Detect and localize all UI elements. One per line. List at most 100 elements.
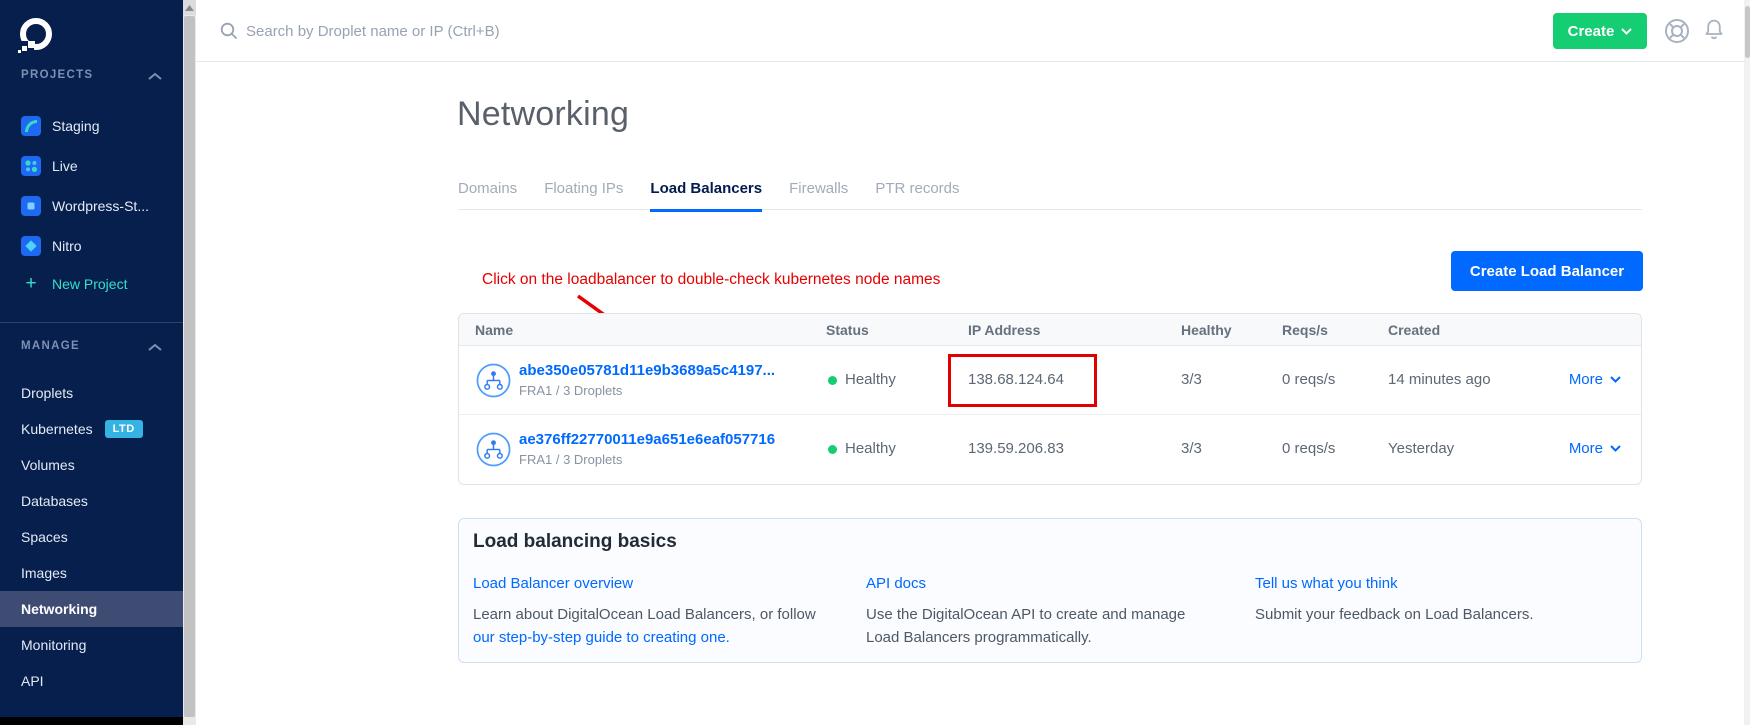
- load-balancer-overview-link[interactable]: Load Balancer overview: [473, 575, 633, 592]
- table-row: ae376ff22770011e9a651e6eaf057716 FRA1 / …: [459, 415, 1641, 484]
- digitalocean-logo-icon[interactable]: [15, 15, 55, 55]
- manage-section-label: MANAGE: [21, 340, 80, 352]
- digitalocean-networking-screen: PROJECTS Staging Live: [0, 0, 1750, 725]
- status-cell: Healthy: [845, 371, 896, 388]
- load-balancing-basics-card: Load balancing basics Load Balancer over…: [458, 518, 1642, 663]
- projects-list: Staging Live Wordpress-St...: [0, 106, 183, 266]
- sidebar-item-kubernetes[interactable]: Kubernetes LTD: [0, 411, 183, 447]
- column-header-name: Name: [475, 322, 513, 338]
- tab-ptr-records[interactable]: PTR records: [875, 180, 959, 212]
- annotation-red-box: [948, 354, 1097, 407]
- new-project-label: New Project: [52, 276, 127, 292]
- new-project-button[interactable]: + New Project: [0, 266, 183, 302]
- column-header-reqs: Reqs/s: [1282, 322, 1328, 338]
- load-balancer-name-link[interactable]: abe350e05781d11e9b3689a5c4197...: [519, 362, 775, 379]
- scroll-up-arrow-icon[interactable]: [183, 0, 196, 15]
- column-header-healthy: Healthy: [1181, 322, 1232, 338]
- tab-floating-ips[interactable]: Floating IPs: [544, 180, 623, 212]
- healthy-status-dot: [828, 376, 837, 385]
- basics-column-overview: Load Balancer overview Learn about Digit…: [473, 575, 843, 649]
- projects-collapse-chevron-up-icon[interactable]: [148, 72, 162, 81]
- sidebar-item-live[interactable]: Live: [0, 146, 183, 186]
- projects-section-label: PROJECTS: [21, 69, 93, 81]
- chevron-down-icon: [1610, 445, 1621, 452]
- sidebar-item-label: API: [21, 673, 44, 689]
- manage-collapse-chevron-up-icon[interactable]: [148, 343, 162, 352]
- load-balancer-meta: FRA1 / 3 Droplets: [519, 383, 622, 398]
- sidebar-item-label: Nitro: [52, 238, 82, 254]
- tell-us-what-you-think-link[interactable]: Tell us what you think: [1255, 575, 1398, 592]
- sidebar-item-label: Staging: [52, 118, 99, 134]
- sidebar-item-databases[interactable]: Databases: [0, 483, 183, 519]
- healthy-cell: 3/3: [1181, 371, 1202, 388]
- chevron-down-icon: [1610, 376, 1621, 383]
- sidebar-item-staging[interactable]: Staging: [0, 106, 183, 146]
- sidebar-item-label: Volumes: [21, 457, 75, 473]
- load-balancer-name-link[interactable]: ae376ff22770011e9a651e6eaf057716: [519, 431, 775, 448]
- tabs: Domains Floating IPs Load Balancers Fire…: [458, 180, 960, 212]
- wordpress-project-icon: [21, 196, 41, 216]
- more-menu-button[interactable]: More: [1569, 440, 1621, 457]
- sidebar-item-wordpress-st[interactable]: Wordpress-St...: [0, 186, 183, 226]
- tab-firewalls[interactable]: Firewalls: [789, 180, 848, 212]
- sidebar-scrollbar[interactable]: [183, 0, 196, 725]
- sidebar-item-api[interactable]: API: [0, 663, 183, 699]
- sidebar-divider: [0, 322, 183, 323]
- sidebar-item-label: Monitoring: [21, 637, 86, 653]
- search-input[interactable]: [246, 18, 766, 44]
- healthy-cell: 3/3: [1181, 440, 1202, 457]
- load-balancer-icon: [476, 363, 511, 398]
- sidebar-item-label: Databases: [21, 493, 88, 509]
- page-scrollbar[interactable]: [1744, 0, 1750, 725]
- column-header-ip: IP Address: [968, 322, 1040, 338]
- basics-text: Learn about DigitalOcean Load Balancers,…: [473, 606, 816, 623]
- chevron-down-icon: [1621, 28, 1632, 35]
- sidebar-item-networking[interactable]: Networking: [0, 591, 183, 627]
- basics-text: Load Balancers programmatically.: [866, 629, 1092, 646]
- basics-text: Submit your feedback on Load Balancers.: [1255, 606, 1534, 623]
- create-button-label: Create: [1568, 23, 1615, 40]
- basics-title: Load balancing basics: [473, 531, 677, 553]
- healthy-status-dot: [828, 445, 837, 454]
- page-title: Networking: [457, 95, 629, 134]
- nitro-project-icon: [21, 236, 41, 256]
- sidebar-item-nitro[interactable]: Nitro: [0, 226, 183, 266]
- help-lifering-icon[interactable]: [1663, 17, 1691, 45]
- tab-load-balancers[interactable]: Load Balancers: [650, 180, 762, 212]
- sidebar-item-label: Spaces: [21, 529, 68, 545]
- scrollbar-thumb[interactable]: [1745, 6, 1750, 58]
- manage-list: Droplets Kubernetes LTD Volumes Database…: [0, 375, 183, 699]
- scrollbar-thumb[interactable]: [184, 16, 195, 717]
- sidebar-item-images[interactable]: Images: [0, 555, 183, 591]
- sidebar-item-label: Live: [52, 158, 78, 174]
- notifications-bell-icon[interactable]: [1701, 17, 1727, 43]
- live-project-icon: [21, 156, 41, 176]
- create-button[interactable]: Create: [1553, 13, 1647, 49]
- tab-domains[interactable]: Domains: [458, 180, 517, 212]
- more-label: More: [1569, 440, 1603, 457]
- create-load-balancer-button[interactable]: Create Load Balancer: [1451, 251, 1643, 291]
- table-header-row: Name Status IP Address Healthy Reqs/s Cr…: [459, 314, 1641, 346]
- ip-cell: 139.59.206.83: [968, 440, 1064, 457]
- plus-icon: +: [21, 273, 41, 295]
- sidebar-item-label: Wordpress-St...: [52, 198, 149, 214]
- api-docs-link[interactable]: API docs: [866, 575, 926, 592]
- sidebar-item-spaces[interactable]: Spaces: [0, 519, 183, 555]
- sidebar-item-droplets[interactable]: Droplets: [0, 375, 183, 411]
- reqs-cell: 0 reqs/s: [1282, 371, 1335, 388]
- load-balancer-icon: [476, 432, 511, 467]
- load-balancer-meta: FRA1 / 3 Droplets: [519, 452, 622, 467]
- column-header-status: Status: [826, 322, 869, 338]
- sidebar-item-monitoring[interactable]: Monitoring: [0, 627, 183, 663]
- sidebar-item-volumes[interactable]: Volumes: [0, 447, 183, 483]
- staging-project-icon: [21, 116, 41, 136]
- sidebar-bottom-strip: [0, 717, 183, 725]
- basics-text: Use the DigitalOcean API to create and m…: [866, 606, 1185, 623]
- created-cell: Yesterday: [1388, 440, 1454, 457]
- reqs-cell: 0 reqs/s: [1282, 440, 1335, 457]
- more-menu-button[interactable]: More: [1569, 371, 1621, 388]
- step-by-step-guide-link[interactable]: our step-by-step guide to creating one.: [473, 629, 730, 646]
- column-header-created: Created: [1388, 322, 1440, 338]
- annotation-text: Click on the loadbalancer to double-chec…: [482, 271, 940, 289]
- search-icon: [220, 22, 238, 40]
